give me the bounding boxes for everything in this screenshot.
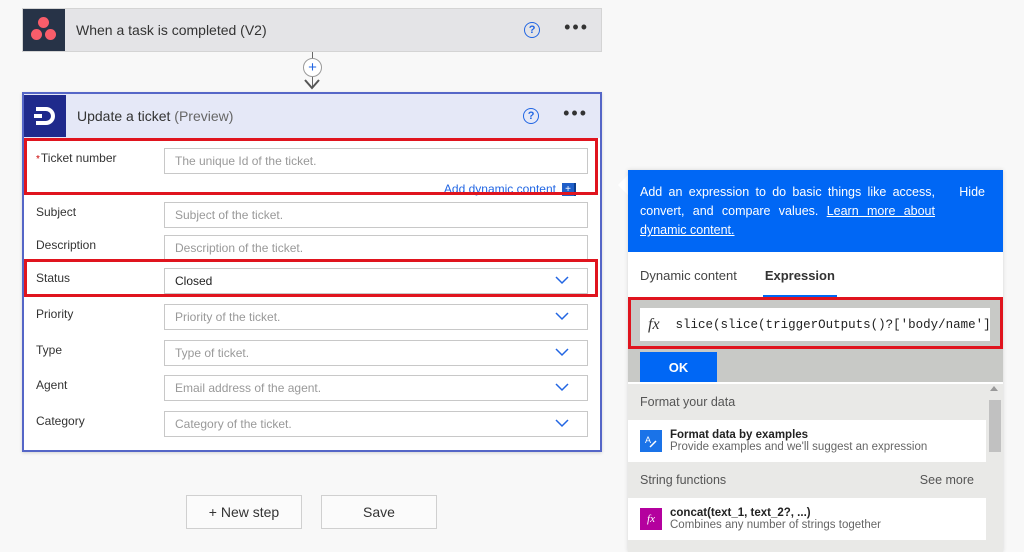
field-agent: Agent Email address of the agent. (36, 375, 588, 401)
panel-caret (618, 175, 628, 195)
field-status: Status Closed (36, 268, 588, 294)
arrow-down-icon (304, 79, 320, 90)
asana-logo-icon (23, 9, 65, 51)
priority-dropdown[interactable]: Priority of the ticket. (164, 304, 588, 330)
agent-dropdown[interactable]: Email address of the agent. (164, 375, 588, 401)
field-label: Agent (36, 378, 68, 392)
field-label: Status (36, 271, 71, 285)
expression-input[interactable]: fx slice(slice(triggerOutputs()?['body/n… (640, 308, 990, 341)
help-icon[interactable]: ? (524, 22, 541, 38)
save-button[interactable]: Save (321, 495, 437, 529)
type-dropdown[interactable]: Type of ticket. (164, 340, 588, 366)
field-type: Type Type of ticket. (36, 340, 588, 366)
field-label: Type (36, 343, 63, 357)
item-name: Format data by examples (670, 429, 809, 441)
expression-area: fx slice(slice(triggerOutputs()?['body/n… (628, 298, 1003, 382)
action-card: Update a ticket (Preview) ? ••• *Ticket … (22, 92, 602, 452)
insert-step-button[interactable]: + (303, 58, 322, 77)
function-icon: fx (640, 508, 662, 530)
scrollbar-thumb[interactable] (989, 400, 1001, 452)
status-value: Closed (175, 274, 213, 288)
action-title-text: Update a ticket (77, 108, 171, 124)
chevron-down-icon (555, 419, 569, 428)
field-label: Category (36, 414, 85, 428)
fx-icon: fx (648, 315, 660, 333)
add-dynamic-content-icon[interactable]: + (562, 182, 576, 196)
subject-input[interactable]: Subject of the ticket. (164, 202, 588, 228)
info-text: Add an expression to do basic things lik… (640, 185, 935, 237)
tab-dynamic-content[interactable]: Dynamic content (640, 268, 737, 283)
trigger-title: When a task is completed (V2) (76, 22, 267, 38)
format-data-icon: A (640, 430, 662, 452)
chevron-down-icon (555, 312, 569, 321)
panel-info-banner: Add an expression to do basic things lik… (628, 170, 1003, 252)
see-more-link[interactable]: See more (920, 473, 974, 487)
chevron-down-icon (555, 276, 569, 285)
ticket-number-input[interactable]: The unique Id of the ticket. (164, 148, 588, 174)
field-ticket-number: *Ticket number The unique Id of the tick… (36, 148, 588, 196)
connector-logo-icon (24, 95, 66, 137)
field-priority: Priority Priority of the ticket. (36, 304, 588, 330)
required-mark: * (36, 154, 40, 165)
chevron-down-icon (555, 348, 569, 357)
field-description: Description Description of the ticket. (36, 235, 588, 261)
item-desc: Combines any number of strings together (670, 519, 881, 531)
category-dropdown[interactable]: Category of the ticket. (164, 411, 588, 437)
expression-panel: Add an expression to do basic things lik… (628, 170, 1003, 552)
action-preview-label: (Preview) (174, 108, 234, 124)
list-item-format-data-by-examples[interactable]: A Format data by examples Provide exampl… (628, 420, 986, 462)
status-dropdown[interactable]: Closed (164, 268, 588, 294)
field-category: Category Category of the ticket. (36, 411, 588, 437)
field-label: Description (36, 238, 97, 252)
field-subject: Subject Subject of the ticket. (36, 202, 588, 228)
section-format-your-data: Format your data (640, 395, 736, 409)
field-label: *Ticket number (36, 151, 117, 165)
description-input[interactable]: Description of the ticket. (164, 235, 588, 261)
more-options-icon[interactable]: ••• (563, 104, 588, 124)
scroll-up-icon[interactable] (990, 386, 998, 391)
new-step-button[interactable]: + New step (186, 495, 302, 529)
hide-button[interactable]: Hide (959, 183, 985, 202)
function-list: Format your data A Format data by exampl… (628, 384, 986, 552)
field-label: Subject (36, 205, 77, 219)
list-item-concat[interactable]: fx concat(text_1, text_2?, ...) Combines… (628, 498, 986, 540)
item-desc: Provide examples and we'll suggest an ex… (670, 441, 928, 453)
section-string-functions: String functions See more (640, 473, 974, 487)
help-icon[interactable]: ? (523, 108, 540, 124)
panel-tabs: Dynamic content Expression (628, 252, 1003, 298)
action-title: Update a ticket (Preview) (77, 108, 523, 124)
item-name: concat(text_1, text_2?, ...) (670, 507, 811, 519)
add-dynamic-content-link[interactable]: Add dynamic content + (444, 182, 576, 196)
chevron-down-icon (555, 383, 569, 392)
field-label: Priority (36, 307, 74, 321)
more-options-icon[interactable]: ••• (564, 18, 589, 38)
expression-text[interactable]: slice(slice(triggerOutputs()?['body/name… (676, 318, 990, 332)
action-header[interactable]: Update a ticket (Preview) ? ••• (24, 94, 600, 138)
svg-text:A: A (645, 435, 651, 445)
tab-expression[interactable]: Expression (762, 268, 838, 298)
trigger-card[interactable]: When a task is completed (V2) ? ••• (22, 8, 602, 52)
scrollbar[interactable] (986, 384, 1003, 552)
ok-button[interactable]: OK (640, 352, 717, 382)
